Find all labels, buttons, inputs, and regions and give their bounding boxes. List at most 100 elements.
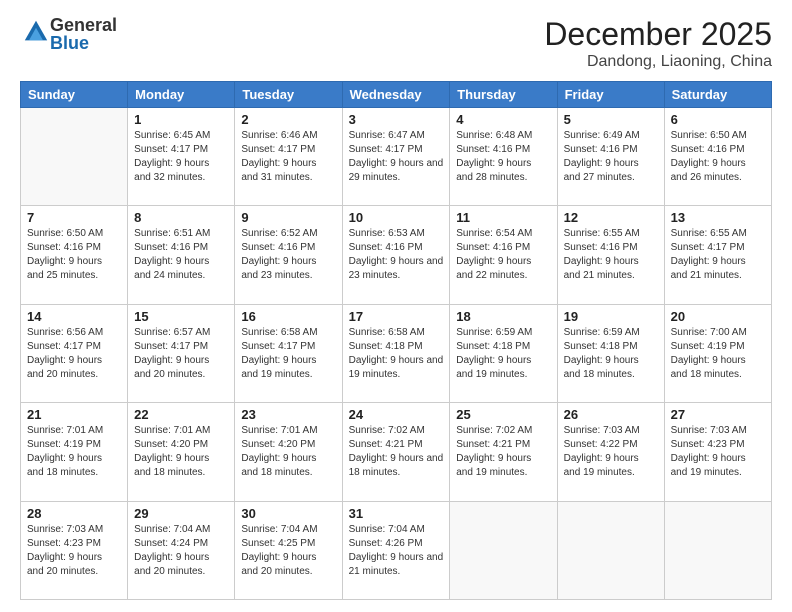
weekday-header: Friday: [557, 82, 664, 108]
calendar-cell: 19 Sunrise: 6:59 AM Sunset: 4:18 PM Dayli…: [557, 304, 664, 402]
calendar-week-row: 21 Sunrise: 7:01 AM Sunset: 4:19 PM Dayli…: [21, 403, 772, 501]
day-number: 11: [456, 210, 550, 225]
logo-text: General Blue: [50, 16, 117, 52]
calendar-cell: 13 Sunrise: 6:55 AM Sunset: 4:17 PM Dayli…: [664, 206, 771, 304]
calendar-table: SundayMondayTuesdayWednesdayThursdayFrid…: [20, 81, 772, 600]
cell-info: Sunrise: 7:03 AM Sunset: 4:23 PM Dayligh…: [671, 424, 765, 480]
day-number: 1: [134, 112, 228, 127]
page: General Blue December 2025 Dandong, Liao…: [0, 0, 792, 612]
cell-info: Sunrise: 6:59 AM Sunset: 4:18 PM Dayligh…: [564, 326, 658, 382]
cell-info: Sunrise: 7:04 AM Sunset: 4:26 PM Dayligh…: [349, 523, 444, 579]
calendar-cell: 15 Sunrise: 6:57 AM Sunset: 4:17 PM Dayli…: [128, 304, 235, 402]
title-block: December 2025 Dandong, Liaoning, China: [544, 16, 772, 71]
calendar-cell: 12Sunrise: 6:55 AM Sunset: 4:16 PM Dayli…: [557, 206, 664, 304]
weekday-header: Wednesday: [342, 82, 450, 108]
location-title: Dandong, Liaoning, China: [544, 53, 772, 71]
day-number: 27: [671, 407, 765, 422]
cell-info: Sunrise: 7:04 AM Sunset: 4:25 PM Dayligh…: [241, 523, 335, 579]
cell-info: Sunrise: 6:56 AM Sunset: 4:17 PM Dayligh…: [27, 326, 121, 382]
weekday-header: Sunday: [21, 82, 128, 108]
cell-info: Sunrise: 7:00 AM Sunset: 4:19 PM Dayligh…: [671, 326, 765, 382]
day-number: 2: [241, 112, 335, 127]
calendar-cell: 14Sunrise: 6:56 AM Sunset: 4:17 PM Dayli…: [21, 304, 128, 402]
day-number: 13: [671, 210, 765, 225]
day-number: 31: [349, 506, 444, 521]
calendar-cell: 3Sunrise: 6:47 AM Sunset: 4:17 PM Daylig…: [342, 108, 450, 206]
weekday-header: Thursday: [450, 82, 557, 108]
calendar-cell: 16 Sunrise: 6:58 AM Sunset: 4:17 PM Dayli…: [235, 304, 342, 402]
day-number: 4: [456, 112, 550, 127]
cell-info: Sunrise: 6:50 AM Sunset: 4:16 PM Dayligh…: [671, 129, 765, 185]
cell-info: Sunrise: 6:57 AM Sunset: 4:17 PM Dayligh…: [134, 326, 228, 382]
cell-info: Sunrise: 7:03 AM Sunset: 4:23 PM Dayligh…: [27, 523, 121, 579]
cell-info: Sunrise: 7:02 AM Sunset: 4:21 PM Dayligh…: [456, 424, 550, 480]
day-number: 9: [241, 210, 335, 225]
day-number: 15: [134, 309, 228, 324]
calendar-cell: 4 Sunrise: 6:48 AM Sunset: 4:16 PM Daylig…: [450, 108, 557, 206]
cell-info: Sunrise: 7:02 AM Sunset: 4:21 PM Dayligh…: [349, 424, 444, 480]
calendar-cell: [664, 501, 771, 599]
cell-info: Sunrise: 6:50 AM Sunset: 4:16 PM Dayligh…: [27, 227, 121, 283]
day-number: 25: [456, 407, 550, 422]
day-number: 10: [349, 210, 444, 225]
cell-info: Sunrise: 7:01 AM Sunset: 4:19 PM Dayligh…: [27, 424, 121, 480]
month-title: December 2025: [544, 16, 772, 53]
cell-info: Sunrise: 6:59 AM Sunset: 4:18 PM Dayligh…: [456, 326, 550, 382]
calendar-week-row: 1 Sunrise: 6:45 AM Sunset: 4:17 PM Daylig…: [21, 108, 772, 206]
day-number: 29: [134, 506, 228, 521]
day-number: 12: [564, 210, 658, 225]
calendar-cell: 7 Sunrise: 6:50 AM Sunset: 4:16 PM Daylig…: [21, 206, 128, 304]
day-number: 23: [241, 407, 335, 422]
logo: General Blue: [20, 16, 117, 52]
logo-general: General: [50, 16, 117, 34]
day-number: 21: [27, 407, 121, 422]
calendar-cell: 23Sunrise: 7:01 AM Sunset: 4:20 PM Dayli…: [235, 403, 342, 501]
weekday-header-row: SundayMondayTuesdayWednesdayThursdayFrid…: [21, 82, 772, 108]
cell-info: Sunrise: 6:49 AM Sunset: 4:16 PM Dayligh…: [564, 129, 658, 185]
calendar-week-row: 14Sunrise: 6:56 AM Sunset: 4:17 PM Dayli…: [21, 304, 772, 402]
cell-info: Sunrise: 7:04 AM Sunset: 4:24 PM Dayligh…: [134, 523, 228, 579]
logo-blue: Blue: [50, 34, 117, 52]
calendar-cell: 29 Sunrise: 7:04 AM Sunset: 4:24 PM Dayli…: [128, 501, 235, 599]
header: General Blue December 2025 Dandong, Liao…: [20, 16, 772, 71]
calendar-cell: 17Sunrise: 6:58 AM Sunset: 4:18 PM Dayli…: [342, 304, 450, 402]
calendar-week-row: 28 Sunrise: 7:03 AM Sunset: 4:23 PM Dayli…: [21, 501, 772, 599]
day-number: 24: [349, 407, 444, 422]
weekday-header: Monday: [128, 82, 235, 108]
cell-info: Sunrise: 6:53 AM Sunset: 4:16 PM Dayligh…: [349, 227, 444, 283]
day-number: 7: [27, 210, 121, 225]
day-number: 30: [241, 506, 335, 521]
calendar-cell: 1 Sunrise: 6:45 AM Sunset: 4:17 PM Daylig…: [128, 108, 235, 206]
calendar-cell: 24 Sunrise: 7:02 AM Sunset: 4:21 PM Dayli…: [342, 403, 450, 501]
weekday-header: Tuesday: [235, 82, 342, 108]
calendar-cell: 28 Sunrise: 7:03 AM Sunset: 4:23 PM Dayli…: [21, 501, 128, 599]
day-number: 20: [671, 309, 765, 324]
day-number: 5: [564, 112, 658, 127]
calendar-body: 1 Sunrise: 6:45 AM Sunset: 4:17 PM Daylig…: [21, 108, 772, 600]
cell-info: Sunrise: 6:52 AM Sunset: 4:16 PM Dayligh…: [241, 227, 335, 283]
cell-info: Sunrise: 6:47 AM Sunset: 4:17 PM Dayligh…: [349, 129, 444, 185]
cell-info: Sunrise: 6:55 AM Sunset: 4:17 PM Dayligh…: [671, 227, 765, 283]
day-number: 16: [241, 309, 335, 324]
weekday-header: Saturday: [664, 82, 771, 108]
calendar-cell: 21 Sunrise: 7:01 AM Sunset: 4:19 PM Dayli…: [21, 403, 128, 501]
day-number: 28: [27, 506, 121, 521]
day-number: 8: [134, 210, 228, 225]
cell-info: Sunrise: 6:58 AM Sunset: 4:17 PM Dayligh…: [241, 326, 335, 382]
calendar-cell: 20 Sunrise: 7:00 AM Sunset: 4:19 PM Dayli…: [664, 304, 771, 402]
calendar-cell: [450, 501, 557, 599]
cell-info: Sunrise: 6:45 AM Sunset: 4:17 PM Dayligh…: [134, 129, 228, 185]
day-number: 18: [456, 309, 550, 324]
cell-info: Sunrise: 7:01 AM Sunset: 4:20 PM Dayligh…: [134, 424, 228, 480]
calendar-cell: 30 Sunrise: 7:04 AM Sunset: 4:25 PM Dayli…: [235, 501, 342, 599]
cell-info: Sunrise: 6:48 AM Sunset: 4:16 PM Dayligh…: [456, 129, 550, 185]
calendar-cell: 5 Sunrise: 6:49 AM Sunset: 4:16 PM Daylig…: [557, 108, 664, 206]
calendar-cell: 31 Sunrise: 7:04 AM Sunset: 4:26 PM Dayli…: [342, 501, 450, 599]
calendar-week-row: 7 Sunrise: 6:50 AM Sunset: 4:16 PM Daylig…: [21, 206, 772, 304]
calendar-cell: 18 Sunrise: 6:59 AM Sunset: 4:18 PM Dayli…: [450, 304, 557, 402]
cell-info: Sunrise: 6:54 AM Sunset: 4:16 PM Dayligh…: [456, 227, 550, 283]
calendar-cell: 9 Sunrise: 6:52 AM Sunset: 4:16 PM Daylig…: [235, 206, 342, 304]
day-number: 19: [564, 309, 658, 324]
calendar-cell: 10 Sunrise: 6:53 AM Sunset: 4:16 PM Dayli…: [342, 206, 450, 304]
calendar-cell: 6Sunrise: 6:50 AM Sunset: 4:16 PM Daylig…: [664, 108, 771, 206]
